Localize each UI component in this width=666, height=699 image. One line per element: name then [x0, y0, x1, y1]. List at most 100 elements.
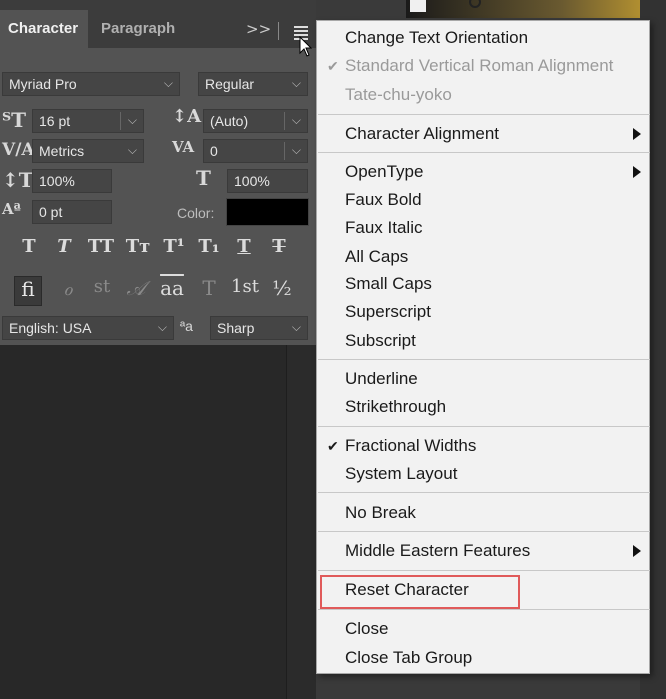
menu-item-faux-italic[interactable]: Faux Italic	[317, 215, 651, 241]
menu-item-fractional-widths[interactable]: ✔ Fractional Widths	[317, 433, 651, 459]
menu-item-label: Change Text Orientation	[345, 28, 529, 47]
menu-item-subscript[interactable]: Subscript	[317, 328, 651, 354]
chevron-down-icon: ⌵	[291, 113, 301, 127]
kerning-select[interactable]: Metrics ⌵	[32, 139, 144, 163]
menu-item-change-text-orientation[interactable]: Change Text Orientation	[317, 25, 651, 51]
language-value: English: USA	[9, 320, 92, 336]
horizontal-scale-value: 100%	[234, 173, 270, 189]
leading-field[interactable]: (Auto) ⌵	[203, 109, 308, 133]
tracking-value: 0	[210, 143, 218, 159]
leading-value: (Auto)	[210, 113, 249, 129]
menu-item-underline[interactable]: Underline	[317, 366, 651, 392]
menu-item-character-alignment[interactable]: Character Alignment	[317, 121, 651, 147]
chevron-down-icon: ⌵	[127, 143, 137, 157]
menu-item-small-caps[interactable]: Small Caps	[317, 271, 651, 297]
faux-italic-button[interactable]: T	[52, 236, 76, 260]
menu-item-label: Subscript	[345, 331, 416, 350]
menu-item-label: Standard Vertical Roman Alignment	[345, 56, 614, 75]
ordinals-button[interactable]: 1st	[228, 276, 262, 306]
menu-item-close[interactable]: Close	[317, 616, 651, 642]
menu-separator	[318, 492, 650, 493]
font-family-value: Myriad Pro	[9, 76, 77, 92]
submenu-arrow-icon	[633, 545, 641, 557]
fractions-button[interactable]: ½	[268, 276, 296, 306]
menu-item-superscript[interactable]: Superscript	[317, 299, 651, 325]
menu-item-label: Close Tab Group	[345, 648, 473, 667]
tab-paragraph[interactable]: Paragraph	[93, 10, 183, 48]
menu-item-label: Faux Italic	[345, 218, 423, 237]
font-size-value: 16 pt	[39, 113, 71, 129]
leading-icon: ↕A	[172, 106, 202, 127]
superscript-button[interactable]: T¹	[162, 236, 186, 260]
horizontal-scale-icon: T	[196, 166, 211, 190]
highlight-annotation-box	[320, 575, 520, 609]
menu-item-label: Character Alignment	[345, 124, 500, 143]
horizontal-scale-field[interactable]: 100%	[227, 169, 308, 193]
menu-separator	[318, 426, 650, 427]
vertical-scale-field[interactable]: 100%	[32, 169, 112, 193]
titling-alternates-button[interactable]: T	[195, 276, 223, 306]
menu-item-strikethrough[interactable]: Strikethrough	[317, 394, 651, 420]
baseline-shift-icon: Aª	[2, 200, 21, 218]
stylistic-alternates-button[interactable]: aa	[158, 276, 186, 306]
menu-item-faux-bold[interactable]: Faux Bold	[317, 187, 651, 213]
tracking-icon: VA	[172, 138, 195, 156]
swash-button[interactable]: 𝒜	[122, 276, 150, 306]
panel-tab-bar: Character Paragraph >>	[0, 0, 316, 48]
character-panel: Character Paragraph >> Myriad Pro ⌵ Regu…	[0, 0, 316, 345]
canvas-artwork	[406, 0, 666, 18]
chevron-down-icon: ⌵	[157, 320, 167, 334]
menu-item-label: Strikethrough	[345, 397, 447, 416]
menu-item-middle-eastern[interactable]: Middle Eastern Features	[317, 538, 651, 564]
chevron-down-icon: ⌵	[291, 143, 301, 157]
tracking-field[interactable]: 0 ⌵	[203, 139, 308, 163]
contextual-alternates-button[interactable]: ℴ	[54, 276, 82, 306]
menu-item-tate-chu-yoko: Tate-chu-yoko	[317, 82, 651, 108]
antialias-icon: ªa	[180, 318, 193, 334]
menu-item-all-caps[interactable]: All Caps	[317, 244, 651, 270]
menu-item-label: Superscript	[345, 302, 431, 321]
menu-item-label: Close	[345, 619, 389, 638]
menu-item-label: Underline	[345, 369, 418, 388]
language-select[interactable]: English: USA ⌵	[2, 316, 174, 340]
menu-item-system-layout[interactable]: System Layout	[317, 461, 651, 487]
underline-button[interactable]: T	[232, 236, 256, 260]
ligatures-button[interactable]: ﬁ	[14, 276, 42, 306]
baseline-shift-field[interactable]: 0 pt	[32, 200, 112, 224]
font-style-select[interactable]: Regular ⌵	[198, 72, 308, 96]
field-separator	[284, 112, 285, 130]
discretionary-ligatures-button[interactable]: st	[88, 276, 116, 306]
checkmark-icon: ✔	[327, 438, 339, 454]
submenu-arrow-icon	[633, 166, 641, 178]
menu-item-label: Fractional Widths	[345, 436, 477, 455]
baseline-shift-value: 0 pt	[39, 204, 63, 220]
color-label: Color:	[177, 205, 215, 221]
vertical-scale-icon: ↕T	[2, 168, 34, 192]
strikethrough-button[interactable]: T	[267, 236, 291, 260]
tab-character[interactable]: Character	[0, 10, 88, 48]
field-separator	[284, 142, 285, 160]
menu-item-label: Small Caps	[345, 274, 432, 293]
menu-item-label: All Caps	[345, 247, 409, 266]
font-size-field[interactable]: 16 pt ⌵	[32, 109, 144, 133]
menu-item-opentype[interactable]: OpenType	[317, 159, 651, 185]
antialias-select[interactable]: Sharp ⌵	[210, 316, 308, 340]
menu-item-no-break[interactable]: No Break	[317, 500, 651, 526]
font-size-icon: ᵀT	[2, 108, 26, 132]
menu-separator	[318, 609, 650, 610]
menu-item-label: Middle Eastern Features	[345, 541, 531, 560]
small-caps-button[interactable]: Tт	[124, 236, 152, 260]
font-family-select[interactable]: Myriad Pro ⌵	[2, 72, 180, 96]
faux-bold-button[interactable]: T	[17, 236, 41, 260]
menu-separator	[318, 359, 650, 360]
subscript-button[interactable]: T₁	[197, 236, 221, 260]
text-color-swatch[interactable]	[226, 198, 309, 226]
menu-item-label: System Layout	[345, 464, 458, 483]
menu-separator	[318, 570, 650, 571]
kerning-value: Metrics	[39, 143, 85, 159]
menu-separator	[318, 531, 650, 532]
all-caps-button[interactable]: TT	[86, 236, 116, 260]
expand-panels-button[interactable]: >>	[246, 20, 271, 38]
menu-item-close-tab-group[interactable]: Close Tab Group	[317, 645, 651, 671]
font-style-value: Regular	[205, 76, 255, 92]
